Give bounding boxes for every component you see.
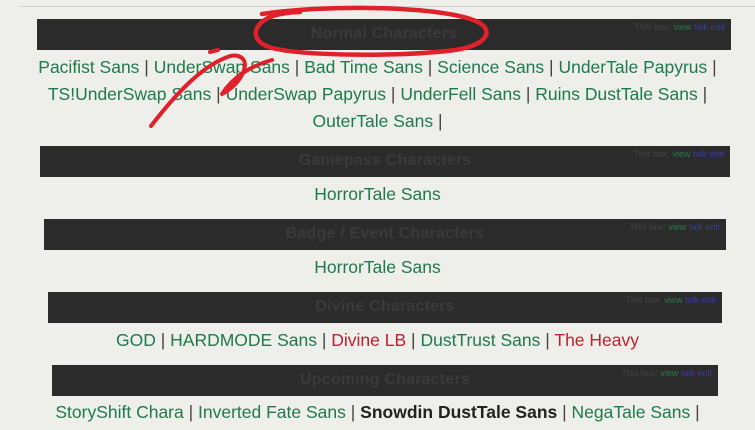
separator: | xyxy=(520,84,536,104)
separator: | xyxy=(386,84,401,104)
separator: | xyxy=(289,57,305,77)
character-link[interactable]: Pacifist Sans xyxy=(38,57,139,77)
vte-edit-link[interactable]: edit xyxy=(705,222,720,232)
separator: | xyxy=(690,402,700,422)
navbox-header-normal: Normal Characters This box: view talk ed… xyxy=(37,19,731,50)
character-link[interactable]: Science Sans xyxy=(437,57,544,77)
character-link[interactable]: HARDMODE Sans xyxy=(170,330,317,350)
vte-talk-link[interactable]: talk xyxy=(685,295,699,305)
navbox-list-line: StoryShift Chara | Inverted Fate Sans | … xyxy=(0,399,755,426)
vte-view-link[interactable]: view xyxy=(664,295,682,305)
navbox-list-line: HorrorTale Sans xyxy=(0,254,755,281)
separator: | xyxy=(433,111,443,131)
navbox-vte-links: This box: view talk edit xyxy=(634,22,725,32)
separator: | xyxy=(316,330,332,350)
navbox-vte-links: This box: view talk edit xyxy=(621,368,712,378)
annotation-arrow-tick xyxy=(208,48,220,54)
character-link[interactable]: TS!UnderSwap Sans xyxy=(48,84,211,104)
character-link[interactable]: Ruins DustTale Sans xyxy=(535,84,697,104)
navbox-title: Divine Characters xyxy=(315,298,455,315)
character-link[interactable]: The Heavy xyxy=(554,330,639,350)
navbox-vte-links: This box: view talk edit xyxy=(625,295,716,305)
navbox-header-gamepass: Gamepass Characters This box: view talk … xyxy=(40,146,730,177)
vte-view-link[interactable]: view xyxy=(660,368,678,378)
vte-talk-link[interactable]: talk xyxy=(693,149,707,159)
character-link[interactable]: DustTrust Sans xyxy=(420,330,540,350)
navbox-vte-links: This box: view talk edit xyxy=(629,222,720,232)
navbox-list-line: HorrorTale Sans xyxy=(0,181,755,208)
character-link[interactable]: UnderSwap Sans xyxy=(154,57,290,77)
separator: | xyxy=(345,402,361,422)
character-link[interactable]: Bad Time Sans xyxy=(304,57,423,77)
navbox-title: Badge / Event Characters xyxy=(285,225,485,242)
separator: | xyxy=(540,330,555,350)
navbox-header-badge-event: Badge / Event Characters This box: view … xyxy=(44,219,726,250)
character-link[interactable]: UnderTale Papyrus xyxy=(558,57,707,77)
separator: | xyxy=(544,57,559,77)
character-link[interactable]: Divine LB xyxy=(331,330,406,350)
navbox-list-line: OuterTale Sans | xyxy=(0,108,755,135)
vte-talk-link[interactable]: talk xyxy=(689,222,703,232)
character-link[interactable]: HorrorTale Sans xyxy=(314,257,440,277)
character-link[interactable]: StoryShift Chara xyxy=(55,402,183,422)
vte-label: This box: xyxy=(621,368,658,378)
vte-edit-link[interactable]: edit xyxy=(701,295,716,305)
vte-label: This box: xyxy=(625,295,662,305)
vte-view-link[interactable]: view xyxy=(668,222,686,232)
divider xyxy=(20,6,755,7)
navbox-header-divine: Divine Characters This box: view talk ed… xyxy=(48,292,722,323)
navbox-vte-links: This box: view talk edit xyxy=(633,149,724,159)
separator: | xyxy=(557,402,572,422)
separator: | xyxy=(155,330,171,350)
vte-label: This box: xyxy=(629,222,666,232)
navbox-header-upcoming: Upcoming Characters This box: view talk … xyxy=(52,365,718,396)
character-link[interactable]: OuterTale Sans xyxy=(312,111,433,131)
navbox-title: Gamepass Characters xyxy=(298,152,472,169)
character-link[interactable]: GOD xyxy=(116,330,156,350)
vte-edit-link[interactable]: edit xyxy=(710,22,725,32)
navbox-title: Upcoming Characters xyxy=(299,371,471,388)
vte-edit-link[interactable]: edit xyxy=(697,368,712,378)
separator: | xyxy=(406,330,421,350)
separator: | xyxy=(139,57,154,77)
character-link[interactable]: UnderSwap Papyrus xyxy=(226,84,387,104)
navbox-list-line: TS!UnderSwap Sans | UnderSwap Papyrus | … xyxy=(0,81,755,108)
vte-talk-link[interactable]: talk xyxy=(694,22,708,32)
vte-talk-link[interactable]: talk xyxy=(681,368,695,378)
character-link[interactable]: NegaTale Sans xyxy=(572,402,691,422)
vte-label: This box: xyxy=(634,22,671,32)
separator: | xyxy=(211,84,226,104)
character-link[interactable]: Snowdin DustTale Sans xyxy=(360,402,557,422)
navbox-list-line: GOD | HARDMODE Sans | Divine LB | DustTr… xyxy=(0,327,755,354)
character-link[interactable]: HorrorTale Sans xyxy=(314,184,440,204)
navbox-title: Normal Characters xyxy=(310,25,458,42)
separator: | xyxy=(183,402,199,422)
character-link[interactable]: UnderFell Sans xyxy=(400,84,521,104)
separator: | xyxy=(707,57,717,77)
wiki-page: Normal Characters This box: view talk ed… xyxy=(0,0,755,430)
character-link[interactable]: Inverted Fate Sans xyxy=(198,402,346,422)
vte-view-link[interactable]: view xyxy=(673,22,691,32)
vte-label: This box: xyxy=(633,149,670,159)
separator: | xyxy=(697,84,708,104)
separator: | xyxy=(422,57,438,77)
vte-view-link[interactable]: view xyxy=(672,149,690,159)
navbox-list-line: Pacifist Sans | UnderSwap Sans | Bad Tim… xyxy=(0,54,755,81)
vte-edit-link[interactable]: edit xyxy=(709,149,724,159)
